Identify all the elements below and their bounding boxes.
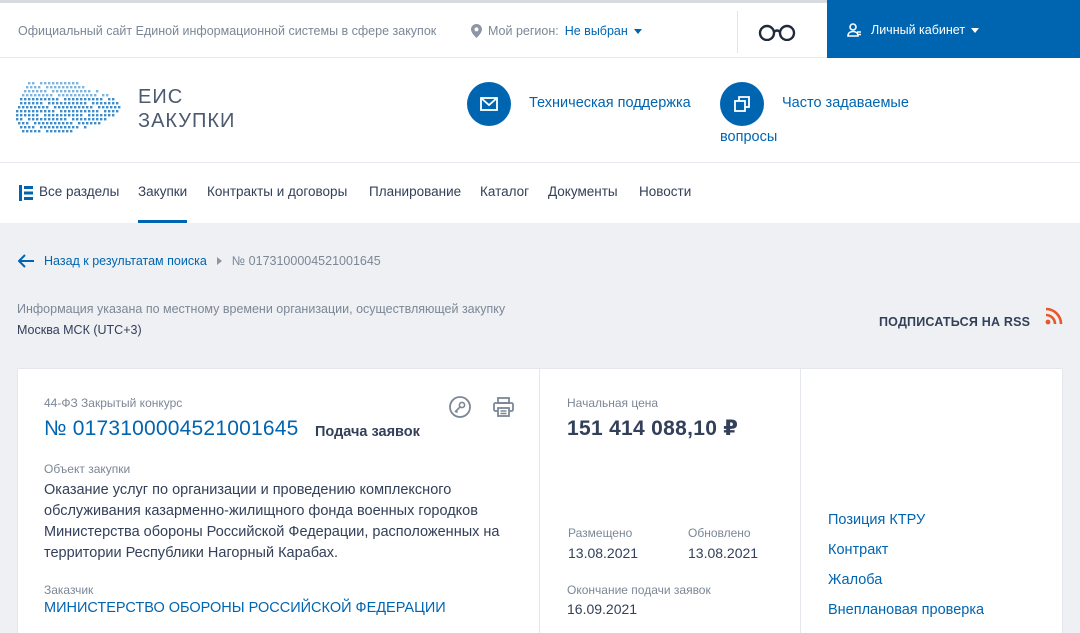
breadcrumb-current: № 0173100004521001645 — [231, 254, 381, 268]
faq-button[interactable] — [720, 82, 764, 126]
envelope-icon — [480, 97, 498, 111]
breadcrumb: Назад к результатам поиска № 01731000045… — [18, 254, 381, 268]
nav-item-purchases[interactable]: Закупки — [138, 184, 188, 223]
windows-icon — [734, 96, 750, 112]
back-to-results-link[interactable]: Назад к результатам поиска — [44, 254, 207, 268]
nav-item-catalog[interactable]: Каталог — [480, 184, 529, 199]
region-label: Мой регион: — [488, 24, 559, 38]
faq-link-line-1[interactable]: Часто задаваемые — [782, 95, 909, 111]
main-navigation: Все разделы Закупки Контракты и договоры… — [0, 163, 1080, 223]
initial-price-label: Начальная цена — [567, 396, 659, 410]
nav-item-all-sections[interactable]: Все разделы — [39, 184, 119, 199]
law-type: 44-ФЗ Закрытый конкурс — [44, 396, 183, 410]
nav-item-contracts[interactable]: Контракты и договоры — [207, 184, 347, 199]
support-link[interactable]: Техническая поддержка — [529, 95, 691, 111]
deadline-date: 16.09.2021 — [567, 601, 638, 617]
logo-line-2: ЗАКУПКИ — [138, 110, 236, 132]
location-pin-icon — [471, 24, 482, 38]
registry-number-link[interactable]: № 0173100004521001645 — [44, 417, 298, 441]
timezone-note: Информация указана по местному времени о… — [17, 302, 506, 316]
updated-label: Обновлено — [688, 526, 751, 540]
logo-line-1: ЕИС — [138, 86, 184, 108]
glasses-icon[interactable] — [757, 23, 797, 41]
nav-item-news[interactable]: Новости — [639, 184, 691, 199]
object-label: Объект закупки — [44, 462, 131, 476]
chevron-down-icon — [633, 28, 642, 34]
breadcrumb-separator-icon — [216, 257, 222, 265]
chevron-down-icon — [971, 27, 980, 33]
region-value[interactable]: Не выбран — [565, 24, 642, 38]
customer-label: Заказчик — [44, 583, 94, 597]
site-logo-text[interactable]: ЕИС ЗАКУПКИ — [138, 85, 235, 133]
faq-link-line-2[interactable]: вопросы — [720, 129, 777, 145]
nav-item-documents[interactable]: Документы — [548, 184, 618, 199]
timezone-value: Москва МСК (UTC+3) — [17, 323, 142, 337]
unscheduled-inspection-link[interactable]: Внеплановая проверка — [828, 602, 984, 618]
ktru-position-link[interactable]: Позиция КТРУ — [828, 512, 925, 528]
topbar-divider — [737, 11, 738, 53]
cabinet-label: Личный кабинет — [871, 23, 966, 37]
contract-link[interactable]: Контракт — [828, 542, 888, 558]
key-icon[interactable] — [449, 396, 471, 418]
deadline-label: Окончание подачи заявок — [567, 583, 711, 597]
column-divider — [800, 369, 801, 633]
posted-label: Размещено — [568, 526, 633, 540]
updated-date: 13.08.2021 — [688, 545, 759, 561]
customer-link[interactable]: МИНИСТЕРСТВО ОБОРОНЫ РОССИЙСКОЙ ФЕДЕРАЦИ… — [44, 600, 446, 616]
object-description: Оказание услуг по организации и проведен… — [44, 482, 500, 561]
column-divider — [539, 369, 540, 633]
site-description: Официальный сайт Единой информационной с… — [18, 24, 437, 38]
sections-icon — [19, 185, 33, 201]
rss-icon[interactable] — [1045, 307, 1063, 325]
region-selector[interactable]: Мой регион: Не выбран — [471, 24, 642, 38]
support-button[interactable] — [467, 82, 511, 126]
russia-map-logo-icon[interactable] — [14, 76, 126, 134]
top-bar: Официальный сайт Единой информационной с… — [0, 0, 1080, 60]
complaint-link[interactable]: Жалоба — [828, 572, 882, 588]
purchase-card: 44-ФЗ Закрытый конкурс № 017310000452100… — [17, 368, 1063, 633]
user-icon — [847, 23, 861, 37]
region-value-text: Не выбран — [564, 24, 628, 38]
arrow-left-icon[interactable] — [18, 254, 35, 268]
posted-date: 13.08.2021 — [568, 545, 639, 561]
print-icon[interactable] — [493, 397, 514, 417]
site-header: ЕИС ЗАКУПКИ Техническая поддержка Часто … — [0, 58, 1080, 163]
nav-item-planning[interactable]: Планирование — [369, 184, 461, 199]
rss-subscribe-link[interactable]: ПОДПИСАТЬСЯ НА RSS — [879, 315, 1030, 329]
personal-cabinet-button[interactable]: Личный кабинет — [827, 0, 1080, 60]
initial-price-value: 151 414 088,10 ₽ — [567, 417, 739, 440]
stage-badge: Подача заявок — [315, 424, 420, 440]
